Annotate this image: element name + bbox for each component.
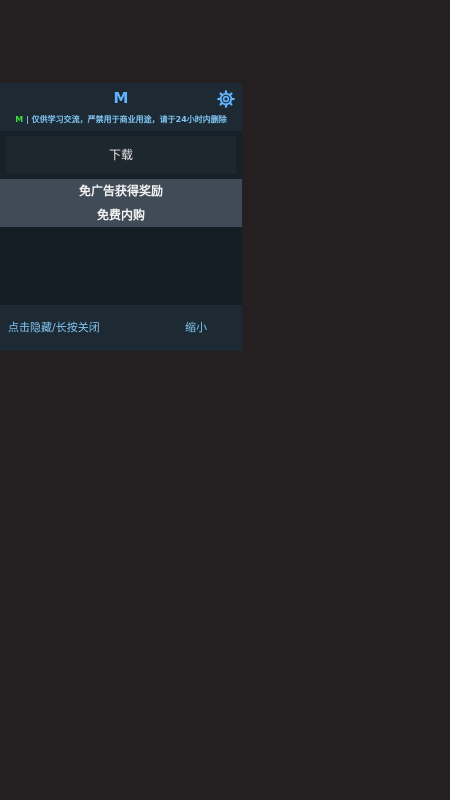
minimize-button[interactable]: 缩小 bbox=[185, 320, 207, 336]
ad-free-reward-button[interactable]: 免广告获得奖励 bbox=[0, 183, 242, 199]
hide-close-button[interactable]: 点击隐藏/长按关闭 bbox=[8, 320, 100, 336]
panel-title: M bbox=[113, 89, 129, 107]
disclaimer-notice: M | 仅供学习交流，严禁用于商业用途，请于24小时内删除 bbox=[0, 114, 242, 126]
download-button[interactable]: 下载 bbox=[6, 136, 236, 174]
content-area bbox=[0, 227, 242, 305]
panel-header: M M | 仅供学习交流，严禁用于商业用途，请于24小时内删除 bbox=[0, 83, 242, 131]
free-purchase-button[interactable]: 免费内购 bbox=[0, 207, 242, 223]
gear-icon[interactable] bbox=[217, 90, 235, 108]
promo-section: 免广告获得奖励 免费内购 bbox=[0, 179, 242, 227]
panel-footer: 点击隐藏/长按关闭 缩小 bbox=[0, 305, 242, 351]
notice-text: | 仅供学习交流，严禁用于商业用途，请于24小时内删除 bbox=[23, 115, 227, 124]
floating-panel: M M | 仅供学习交流，严禁用于商业用途，请于24小时内删除 下载 免广告获得… bbox=[0, 83, 242, 351]
notice-tag: M bbox=[15, 115, 24, 124]
